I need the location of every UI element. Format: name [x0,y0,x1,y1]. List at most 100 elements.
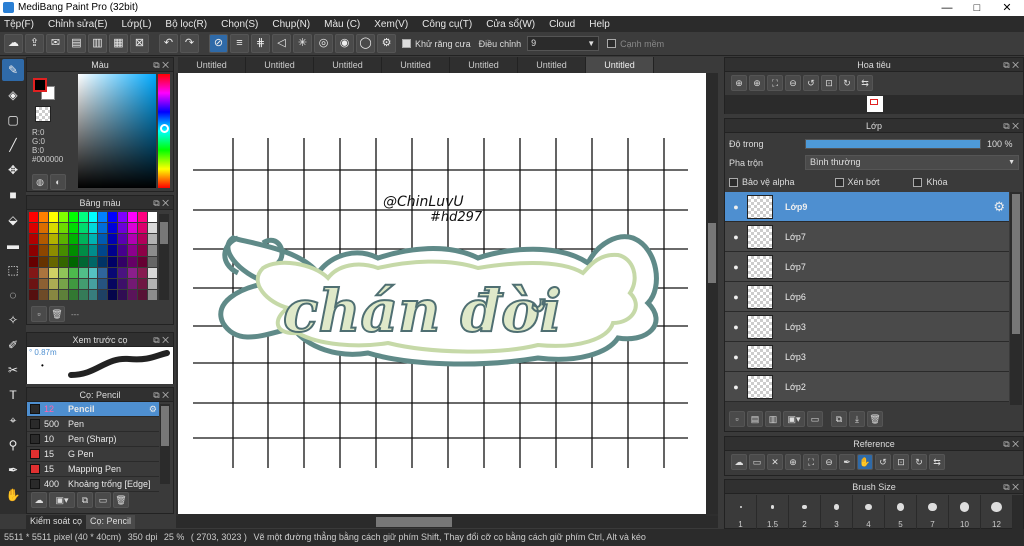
palette-swatch[interactable] [118,278,128,289]
reset-icon[interactable]: ⊡ [893,454,909,470]
fill-rect-icon[interactable]: ■ [2,184,24,206]
palette-swatch[interactable] [148,278,157,289]
export-icon[interactable]: ⇪ [25,34,44,53]
palette-swatch[interactable] [108,289,118,300]
palette-swatch[interactable] [29,267,38,278]
palette-swatch[interactable] [38,289,48,300]
fit-icon[interactable]: ⛶ [767,75,783,91]
menu-view[interactable]: Xem(V) [374,19,408,30]
palette-swatch[interactable] [118,223,128,234]
hand-tool-icon[interactable]: ✋ [2,484,24,506]
popout-icon[interactable]: ⧉ ✕ [1003,480,1019,494]
rotate-left-icon[interactable]: ↺ [803,75,819,91]
palette-swatch[interactable] [58,278,68,289]
trash-icon[interactable]: 🗑 [867,411,883,427]
brush-size-option[interactable]: 2 [789,495,821,529]
copy-brush-icon[interactable]: ⧉ [77,492,93,508]
palette-swatch[interactable] [48,267,58,278]
tab-brush-control[interactable]: Kiểm soát cọ [26,515,87,529]
move-tool-icon[interactable]: ✥ [2,159,24,181]
palette-swatch[interactable] [78,278,88,289]
brush-row-pencil[interactable]: 12 Pencil ⚙ [27,402,159,417]
palette-swatch[interactable] [29,234,38,245]
text-tool-icon[interactable]: T [2,384,24,406]
brush-size-option[interactable]: 1 [725,495,757,529]
brush-size-option[interactable]: 4 [853,495,885,529]
bucket-tool-icon[interactable]: ⬙ [2,209,24,231]
popout-icon[interactable]: ⧉ ✕ [153,333,169,347]
snap-curve-icon[interactable]: ◯ [356,34,375,53]
popout-icon[interactable]: ⧉ ✕ [1003,437,1019,451]
new-halftone-layer-icon[interactable]: ▤ [747,411,763,427]
palette-swatch[interactable] [138,267,148,278]
palette-swatch[interactable] [118,267,128,278]
doc-tab[interactable]: Untitled [450,57,518,73]
palette-swatch[interactable] [138,256,148,267]
eyedropper-icon[interactable]: ✒ [839,454,855,470]
palette-swatch[interactable] [138,278,148,289]
palette-swatch[interactable] [78,256,88,267]
palette-swatch[interactable] [108,245,118,256]
palette-swatch[interactable] [148,223,157,234]
palette-swatch[interactable] [118,234,128,245]
layer-row[interactable]: ● Lớp2 [725,372,1009,402]
palette-swatch[interactable] [98,278,108,289]
palette-swatch[interactable] [88,245,98,256]
gear-icon[interactable]: ⚙ [149,404,157,415]
palette-swatch[interactable] [58,267,68,278]
brush-row-mapping-pen[interactable]: 15 Mapping Pen [27,462,159,477]
palette-swatch[interactable] [128,278,138,289]
main-color-swatch[interactable] [33,78,47,92]
canvas-hscrollbar[interactable] [176,516,718,528]
palette-swatch[interactable] [88,234,98,245]
blend-select[interactable]: Bình thường ▼ [805,155,1019,170]
palette-swatch[interactable] [88,278,98,289]
opacity-slider[interactable] [805,139,981,149]
deselect-icon[interactable]: ⊠ [130,34,149,53]
palette-swatch[interactable] [118,256,128,267]
palette-swatch[interactable] [48,212,58,223]
protect-alpha-option[interactable]: Bảo vệ alpha [729,177,795,188]
palette-swatch[interactable] [58,234,68,245]
popout-icon[interactable]: ⧉ ✕ [153,196,169,210]
palette-swatch[interactable] [88,267,98,278]
rotate-right-icon[interactable]: ↻ [839,75,855,91]
palette-swatch[interactable] [118,212,128,223]
new-palette-icon[interactable]: ▫ [31,306,47,322]
gradient-tool-icon[interactable]: ▬ [2,234,24,256]
zoom-out-icon[interactable]: ⊖ [785,75,801,91]
layer-row[interactable]: ● Lớp9 ⚙ [725,192,1009,222]
canvas-vscrollbar[interactable] [706,73,718,514]
palette-swatch[interactable] [88,212,98,223]
popout-icon[interactable]: ⧉ ✕ [1003,58,1019,72]
palette-swatch[interactable] [68,289,78,300]
grid-doc-icon[interactable]: ▦ [109,34,128,53]
brush-tool-icon[interactable]: ✎ [2,59,24,81]
palette-swatch[interactable] [68,212,78,223]
palette-swatch[interactable] [128,245,138,256]
menu-filter[interactable]: Bộ lọc(R) [165,19,207,30]
undo-icon[interactable]: ↶ [159,34,178,53]
palette-swatch[interactable] [148,212,157,223]
select-pen-icon[interactable]: ✐ [2,334,24,356]
menu-window[interactable]: Cửa sổ(W) [486,19,535,30]
brush-size-option[interactable]: 10 [949,495,981,529]
doc-tab-active[interactable]: Untitled [586,57,654,73]
drawing-canvas[interactable]: chán đời @ChinLuvU #hd297 [178,73,706,514]
snap-off-icon[interactable]: ⊘ [209,34,228,53]
palette-swatch[interactable] [48,223,58,234]
lock-option[interactable]: Khóa [913,177,948,188]
add-layer-menu-icon[interactable]: ▣▾ [783,411,805,427]
menu-edit[interactable]: Chỉnh sửa(E) [48,19,108,30]
menu-layer[interactable]: Lớp(L) [122,19,152,30]
open-icon[interactable]: ▭ [749,454,765,470]
layer-row[interactable]: ● Lớp7 [725,252,1009,282]
palette-swatch[interactable] [48,289,58,300]
doc-tab[interactable]: Untitled [246,57,314,73]
palette-swatch[interactable] [118,245,128,256]
zoom-icon[interactable]: ⊕ [731,75,747,91]
visibility-icon[interactable]: ● [725,382,747,392]
palette-swatch[interactable] [98,245,108,256]
palette-swatch[interactable] [48,256,58,267]
palette-swatch[interactable] [29,223,38,234]
